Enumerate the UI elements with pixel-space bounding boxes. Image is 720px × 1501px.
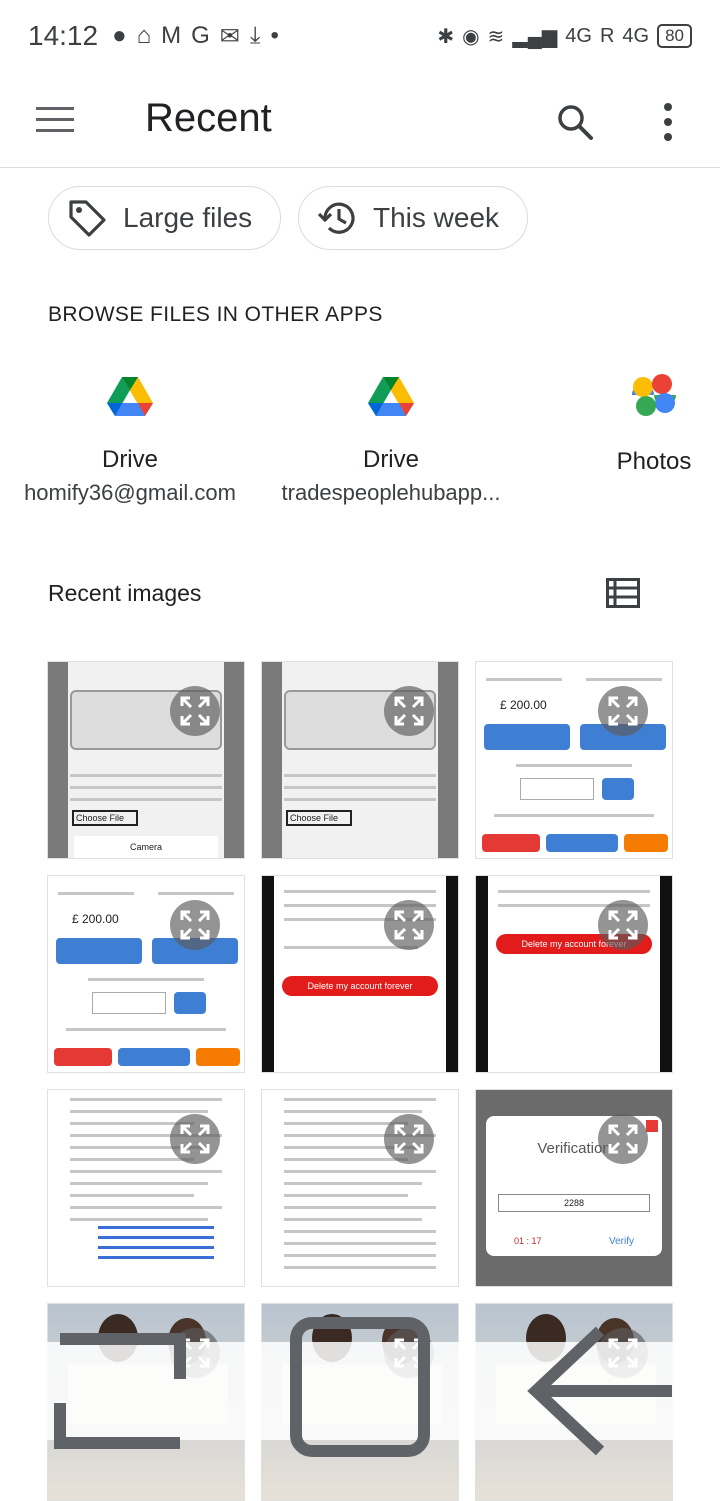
timer-label: 01 : 17 [514, 1236, 542, 1246]
camera-label: Camera [74, 836, 218, 858]
notification-icons: ● ⌂ M G ✉ ⤓ • [112, 22, 279, 51]
app-bar: Recent [0, 72, 720, 168]
image-thumbnail[interactable]: Choose File [261, 661, 459, 859]
menu-icon[interactable] [36, 107, 74, 133]
google-drive-icon [368, 377, 414, 416]
image-thumbnail[interactable]: Delete my account forever [475, 875, 673, 1073]
dot-icon: • [270, 22, 279, 49]
browse-heading: BROWSE FILES IN OTHER APPS [48, 303, 383, 326]
image-thumbnail[interactable]: £ 200.00 [475, 661, 673, 859]
app-account: homify36@gmail.com [24, 480, 236, 505]
bluetooth-icon: ✱ [437, 25, 455, 48]
app-photos[interactable]: Photos [600, 374, 708, 476]
image-thumbnail[interactable] [47, 1089, 245, 1287]
choose-file-label: Choose File [286, 810, 352, 826]
battery-icon: 80 [657, 24, 692, 48]
search-icon[interactable] [555, 102, 595, 142]
expand-icon[interactable] [384, 900, 434, 950]
expand-icon[interactable] [598, 686, 648, 736]
page-title: Recent [145, 96, 272, 140]
choose-file-label: Choose File [72, 810, 138, 826]
download-icon: ⤓ [249, 22, 261, 49]
image-thumbnail[interactable]: £ 200.00 [47, 875, 245, 1073]
app-name: Photos [616, 448, 692, 475]
home-icon: ⌂ [136, 22, 152, 49]
mail-icon: ✉ [219, 22, 240, 50]
google-icon: G [191, 22, 210, 49]
status-time: 14:12 [28, 20, 99, 51]
app-drive-1[interactable]: Drive homify36@gmail.com [20, 375, 240, 506]
chat-icon: ● [112, 22, 127, 49]
home-nav-icon[interactable] [240, 1291, 480, 1491]
expand-icon[interactable] [170, 1114, 220, 1164]
tag-icon [69, 200, 106, 237]
expand-icon[interactable] [170, 900, 220, 950]
image-thumbnail[interactable] [261, 1089, 459, 1287]
google-photos-icon [632, 374, 676, 416]
large-files-chip[interactable]: Large files [48, 186, 281, 250]
app-name: Drive [362, 446, 419, 473]
this-week-chip[interactable]: This week [298, 186, 528, 250]
more-options-icon[interactable] [660, 102, 676, 142]
expand-icon[interactable] [598, 900, 648, 950]
network-type-1: 4G [565, 24, 592, 47]
recent-images-heading: Recent images [48, 580, 202, 606]
chip-label: This week [373, 202, 500, 233]
back-nav-icon[interactable] [480, 1291, 720, 1491]
location-icon: ◉ [462, 25, 480, 48]
history-icon [317, 202, 355, 234]
recents-nav-icon[interactable] [0, 1291, 240, 1491]
system-nav-bar [0, 1317, 720, 1457]
amount-label: £ 200.00 [72, 912, 119, 926]
expand-icon[interactable] [598, 1114, 648, 1164]
app-name: Drive [101, 446, 158, 473]
gmail-icon: M [161, 22, 182, 49]
amount-label: £ 200.00 [500, 698, 547, 712]
verify-label: Verify [608, 1236, 634, 1247]
list-view-icon[interactable] [606, 578, 640, 608]
app-account: tradespeoplehubapp... [281, 480, 501, 505]
code-label: 2288 [498, 1194, 650, 1212]
system-icons: ✱ ◉ ≋ ▂▄▆ 4G R 4G 80 [437, 24, 692, 49]
expand-icon[interactable] [170, 686, 220, 736]
image-thumbnail[interactable]: Choose File Camera [47, 661, 245, 859]
image-thumbnail[interactable]: Verification 2288 01 : 17 Verify [475, 1089, 673, 1287]
signal-icon: ▂▄▆ [512, 25, 558, 48]
image-thumbnail[interactable]: Delete my account forever [261, 875, 459, 1073]
google-drive-icon [107, 377, 153, 416]
network-type-2: 4G [622, 24, 650, 47]
app-drive-2[interactable]: Drive tradespeoplehubapp... [280, 375, 502, 506]
roaming-indicator: R [599, 24, 615, 47]
status-bar: 14:12 ● ⌂ M G ✉ ⤓ • ✱ ◉ ≋ ▂▄▆ 4G R 4G 80 [0, 0, 720, 72]
expand-icon[interactable] [384, 1114, 434, 1164]
wifi-icon: ≋ [487, 25, 505, 48]
expand-icon[interactable] [384, 686, 434, 736]
chip-label: Large files [123, 202, 253, 233]
delete-account-label: Delete my account forever [282, 976, 438, 996]
